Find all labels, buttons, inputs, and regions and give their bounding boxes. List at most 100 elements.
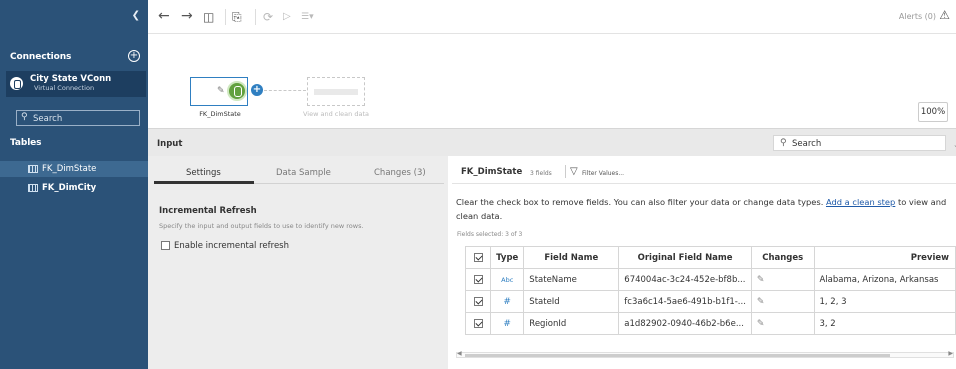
filter-icon[interactable]: ▽ [570,166,578,177]
changes-cell: ✎ [750,268,815,291]
edit-icon[interactable]: ✎ [757,297,765,307]
scroll-left-icon[interactable]: ◀ [457,350,462,357]
back-arrow-icon[interactable]: ← [158,8,170,24]
fields-panel: FK_DimState 3 fields ▽ Filter Values... … [452,156,956,369]
changes-cell: ✎ [750,290,815,313]
original-field-name-cell: fc3a6c14-5ae6-491b-b1f1-... [618,290,752,313]
sidebar-search-placeholder: Search [33,114,63,124]
original-field-name-cell: 674004ac-3c24-452e-bf8b... [618,268,752,291]
table-icon [28,165,38,173]
edit-icon[interactable]: ✎ [757,275,765,285]
fields-table: Type Field Name Original Field Name Chan… [464,246,956,335]
header-divider [565,165,566,178]
table-item[interactable]: FK_DimState [0,161,148,177]
field-name-cell: RegionId [523,312,620,335]
type-cell[interactable]: Abc [490,268,525,291]
table-icon [28,184,38,192]
row-checkbox[interactable] [474,319,483,328]
refresh-icon[interactable]: ⟳ [263,10,273,24]
edit-icon[interactable]: ✎ [757,319,765,329]
original-field-name-cell: a1d82902-0940-46b2-b6e... [618,312,752,335]
zoom-level[interactable]: 100% [918,102,948,122]
incremental-refresh-checkbox[interactable] [161,241,170,250]
run-flow-icon[interactable]: ▷ [283,11,291,22]
incremental-refresh-subtitle: Specify the input and output fields to u… [159,222,364,230]
database-icon [227,81,247,101]
preview-cell: 1, 2, 3 [813,290,956,313]
number-type-icon: # [503,318,511,329]
input-node[interactable]: ✎ [190,77,248,106]
select-all-cell [464,246,492,269]
ghost-step[interactable] [307,77,365,106]
field-name-cell: StateName [523,268,620,291]
field-count: 3 fields [530,170,552,177]
table-row[interactable]: # StateId fc3a6c14-5ae6-491b-b1f1-... ✎ … [464,290,956,313]
toolbar-divider [225,9,226,25]
table-item-label: FK_DimCity [42,183,97,193]
add-clean-step-link[interactable]: Add a clean step [826,197,895,207]
fields-search-input[interactable]: ⚲ Search [773,135,946,151]
number-type-icon: # [503,296,511,307]
add-connection-icon[interactable]: + [128,50,140,62]
alerts-label[interactable]: Alerts (0) [899,12,936,21]
input-title: Input [157,139,183,149]
search-icon: ⚲ [21,112,28,122]
filter-values-button[interactable]: Filter Values... [582,170,624,177]
search-placeholder: Search [792,139,822,149]
connection-name: City State VConn [30,74,112,84]
forward-arrow-icon[interactable]: → [181,8,193,24]
scrollbar-thumb[interactable] [465,354,890,357]
field-name-cell: StateId [523,290,620,313]
scroll-right-icon[interactable]: ▶ [948,350,953,357]
search-icon: ⚲ [780,138,787,148]
collapse-sidebar-icon[interactable]: ❮ [132,10,140,21]
flow-canvas: ✎ + FK_DimState View and clean data 100% [148,34,956,128]
active-tab-indicator [154,181,254,184]
connection-item[interactable]: City State VConn Virtual Connection [6,71,146,97]
row-checkbox-cell [464,268,492,291]
input-header: Input ⚲ Search ⌄ [148,128,956,156]
toolbar-divider [255,9,256,25]
table-row[interactable]: Abc StateName 674004ac-3c24-452e-bf8b...… [464,268,956,291]
warning-icon[interactable]: ⚠ [939,8,950,22]
connection-subtitle: Virtual Connection [34,84,95,92]
fields-selected-count: Fields selected: 3 of 3 [457,231,523,238]
incremental-refresh-checkbox-label: Enable incremental refresh [174,241,289,251]
view-options-icon[interactable]: ☰▾ [301,12,314,22]
type-cell[interactable]: # [490,290,525,313]
connection-icon [10,77,23,90]
save-icon[interactable]: ◫ [203,10,214,24]
tab-data-sample[interactable]: Data Sample [276,168,331,178]
table-name: FK_DimState [461,167,523,177]
string-type-icon: Abc [501,275,514,284]
fields-description: Clear the check box to remove fields. Yo… [456,195,951,223]
description-text: Clear the check box to remove fields. Yo… [456,197,826,207]
select-all-checkbox[interactable] [474,253,483,262]
type-cell[interactable]: # [490,312,525,335]
clipboard-icon[interactable]: ⎘ [232,10,242,25]
row-checkbox-cell [464,290,492,313]
connector-line [264,90,306,91]
row-checkbox[interactable] [474,297,483,306]
column-header-type: Type [490,246,525,269]
horizontal-scrollbar[interactable]: ◀ ▶ [456,350,954,358]
tables-title: Tables [10,138,42,148]
sidebar: ❮ Connections + City State VConn Virtual… [0,0,148,369]
table-row[interactable]: # RegionId a1d82902-0940-46b2-b6e... ✎ 3… [464,312,956,335]
column-header-original-field-name: Original Field Name [618,246,752,269]
incremental-refresh-title: Incremental Refresh [159,206,257,216]
add-step-icon[interactable]: + [251,84,263,96]
column-header-changes: Changes [750,246,815,269]
edit-icon: ✎ [217,86,225,96]
sidebar-search-input[interactable]: ⚲ Search [16,110,140,126]
connections-title: Connections [10,52,72,62]
table-item[interactable]: FK_DimCity [0,180,148,196]
row-checkbox-cell [464,312,492,335]
column-header-field-name: Field Name [523,246,620,269]
node-label: FK_DimState [199,110,241,118]
table-header-row: Type Field Name Original Field Name Chan… [464,246,956,269]
tab-settings[interactable]: Settings [186,168,221,178]
column-header-preview: Preview [813,246,956,269]
row-checkbox[interactable] [474,275,483,284]
tab-changes[interactable]: Changes (3) [374,168,426,178]
